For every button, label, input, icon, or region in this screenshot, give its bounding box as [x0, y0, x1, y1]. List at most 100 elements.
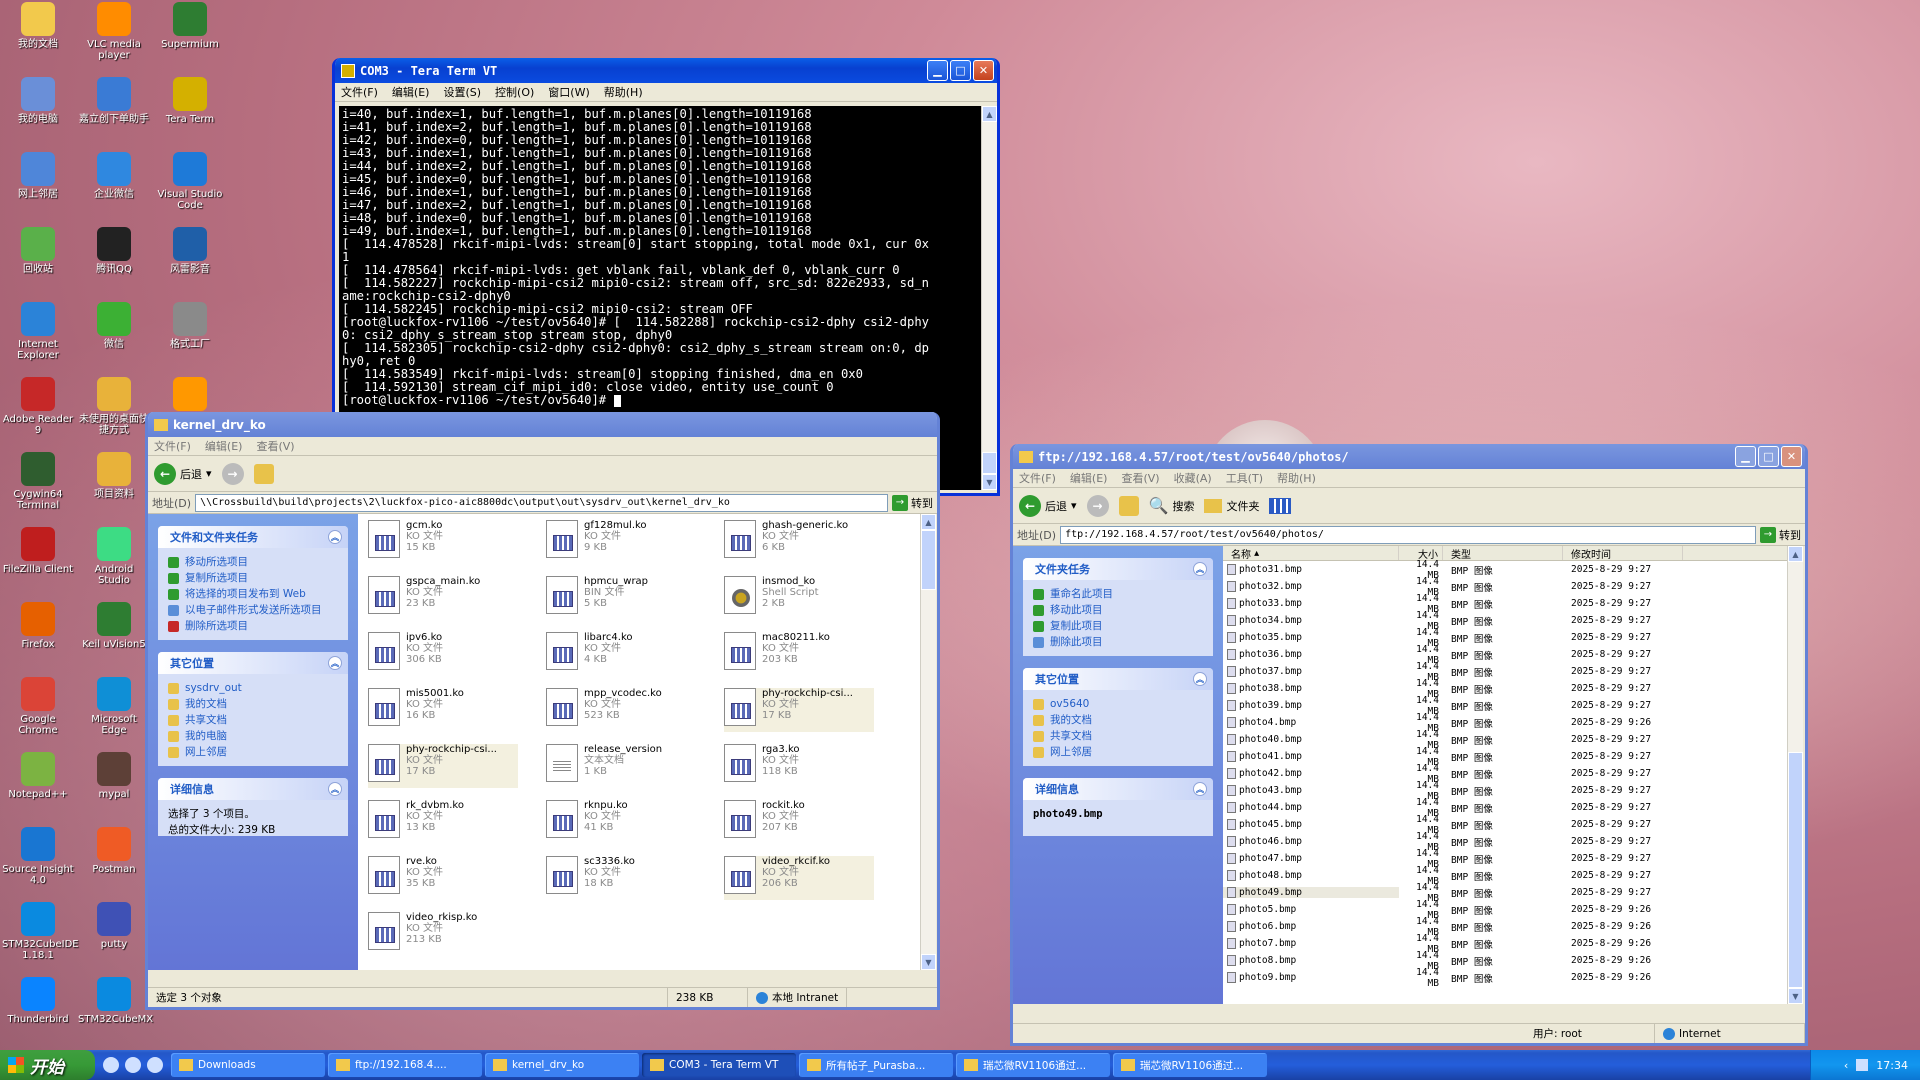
go-button[interactable]: → 转到	[1760, 526, 1801, 543]
file-tile[interactable]: rk_dvbm.ko KO 文件 13 KB	[368, 800, 518, 844]
desktop-icon[interactable]: Cygwin64 Terminal	[2, 452, 74, 511]
file-row[interactable]: photo37.bmp 14.4 MB BMP 图像 2025-8-29 9:27	[1223, 661, 1787, 683]
scroll-down-button[interactable]: ▼	[1788, 988, 1803, 1004]
desktop-icon[interactable]: putty	[78, 902, 150, 950]
task-link[interactable]: 复制所选项目	[168, 570, 338, 586]
file-row[interactable]: photo45.bmp 14.4 MB BMP 图像 2025-8-29 9:27	[1223, 814, 1787, 836]
file-tile[interactable]: rve.ko KO 文件 35 KB	[368, 856, 518, 900]
desktop-icon[interactable]: 企业微信	[78, 152, 150, 200]
desktop-icon[interactable]: 网上邻居	[2, 152, 74, 200]
clock[interactable]: 17:34	[1876, 1059, 1908, 1072]
desktop-icon[interactable]: 回收站	[2, 227, 74, 275]
terminal-scrollbar[interactable]: ▲ ▼	[981, 106, 997, 490]
ftp-scrollbar[interactable]: ▲ ▼	[1787, 546, 1803, 1004]
scroll-down-button[interactable]: ▼	[921, 954, 936, 970]
taskbar-button[interactable]: Downloads	[171, 1053, 325, 1077]
menu-item[interactable]: 文件(F)	[154, 438, 191, 454]
desktop-icon[interactable]: 项目资料	[78, 452, 150, 500]
file-tile[interactable]: ghash-generic.ko KO 文件 6 KB	[724, 520, 874, 564]
menu-item[interactable]: 文件(F)	[1019, 470, 1056, 486]
file-row[interactable]: photo5.bmp 14.4 MB BMP 图像 2025-8-29 9:26	[1223, 899, 1787, 921]
tray-arrow-icon[interactable]: ‹	[1844, 1059, 1848, 1072]
ftp-titlebar[interactable]: ftp://192.168.4.57/root/test/ov5640/phot…	[1013, 444, 1805, 469]
forward-button[interactable]: →	[1086, 494, 1109, 517]
desktop-icon[interactable]: 嘉立创下单助手	[78, 77, 150, 125]
task-link[interactable]: 删除此项目	[1033, 634, 1203, 650]
menu-item[interactable]: 收藏(A)	[1174, 470, 1212, 486]
file-tile[interactable]: rknpu.ko KO 文件 41 KB	[546, 800, 696, 844]
collapse-icon[interactable]: ︽	[328, 656, 342, 670]
taskbar-button[interactable]: 瑞芯微RV1106通过...	[956, 1053, 1110, 1077]
file-row[interactable]: photo4.bmp 14.4 MB BMP 图像 2025-8-29 9:26	[1223, 712, 1787, 734]
menu-item[interactable]: 编辑(E)	[205, 438, 243, 454]
task-link[interactable]: 复制此项目	[1033, 618, 1203, 634]
close-button[interactable]: ✕	[973, 60, 994, 81]
details-header[interactable]: 详细信息 ︽	[1023, 778, 1213, 800]
address-input[interactable]: \\Crossbuild\build\projects\2\luckfox-pi…	[195, 493, 888, 512]
taskbar-button[interactable]: ftp://192.168.4....	[328, 1053, 482, 1077]
back-button[interactable]: ← 后退 ▾	[154, 462, 212, 485]
file-row[interactable]: photo42.bmp 14.4 MB BMP 图像 2025-8-29 9:27	[1223, 763, 1787, 785]
desktop-icon[interactable]: Keil uVision5	[78, 602, 150, 650]
desktop-icon[interactable]: Tera Term	[154, 77, 226, 125]
desktop-icon[interactable]: 腾讯QQ	[78, 227, 150, 275]
file-tile[interactable]: video_rkcif.ko KO 文件 206 KB	[724, 856, 874, 900]
teraterm-titlebar[interactable]: COM3 - Tera Term VT ▁ □ ✕	[335, 58, 997, 83]
file-row[interactable]: photo34.bmp 14.4 MB BMP 图像 2025-8-29 9:27	[1223, 610, 1787, 632]
desktop-icon[interactable]: Google Chrome	[2, 677, 74, 736]
file-row[interactable]: photo40.bmp 14.4 MB BMP 图像 2025-8-29 9:27	[1223, 729, 1787, 751]
desktop-icon[interactable]: 微信	[78, 302, 150, 350]
menu-item[interactable]: 帮助(H)	[604, 84, 643, 100]
collapse-icon[interactable]: ︽	[1193, 782, 1207, 796]
file-row[interactable]: photo6.bmp 14.4 MB BMP 图像 2025-8-29 9:26	[1223, 916, 1787, 938]
file-row[interactable]: photo49.bmp 14.4 MB BMP 图像 2025-8-29 9:27	[1223, 882, 1787, 904]
col-modified[interactable]: 修改时间	[1563, 546, 1683, 561]
desktop-icon[interactable]: Firefox	[2, 602, 74, 650]
file-row[interactable]: photo44.bmp 14.4 MB BMP 图像 2025-8-29 9:27	[1223, 797, 1787, 819]
file-tile[interactable]: phy-rockchip-csi... KO 文件 17 KB	[368, 744, 518, 788]
place-link[interactable]: sysdrv_out	[168, 680, 338, 696]
desktop-icon[interactable]: Adobe Reader 9	[2, 377, 74, 436]
file-row[interactable]: photo7.bmp 14.4 MB BMP 图像 2025-8-29 9:26	[1223, 933, 1787, 955]
desktop-icon[interactable]: STM32CubeIDE 1.18.1	[2, 902, 79, 961]
file-row[interactable]: photo35.bmp 14.4 MB BMP 图像 2025-8-29 9:27	[1223, 627, 1787, 649]
file-row[interactable]: photo41.bmp 14.4 MB BMP 图像 2025-8-29 9:27	[1223, 746, 1787, 768]
back-button[interactable]: ← 后退 ▾	[1019, 494, 1077, 517]
desktop-icon[interactable]: 我的文档	[2, 2, 74, 50]
file-row[interactable]: photo31.bmp 14.4 MB BMP 图像 2025-8-29 9:27	[1223, 559, 1787, 581]
file-tile[interactable]: sc3336.ko KO 文件 18 KB	[546, 856, 696, 900]
menu-item[interactable]: 查看(V)	[256, 438, 294, 454]
place-link[interactable]: 网上邻居	[1033, 744, 1203, 760]
file-tile[interactable]: mac80211.ko KO 文件 203 KB	[724, 632, 874, 676]
collapse-icon[interactable]: ︽	[1193, 562, 1207, 576]
col-type[interactable]: 类型	[1443, 546, 1563, 561]
desktop-icon[interactable]: mypal	[78, 752, 150, 800]
file-tile[interactable]: gspca_main.ko KO 文件 23 KB	[368, 576, 518, 620]
task-link[interactable]: 移动所选项目	[168, 554, 338, 570]
task-link[interactable]: 以电子邮件形式发送所选项目	[168, 602, 338, 618]
file-tile[interactable]: insmod_ko Shell Script 2 KB	[724, 576, 874, 620]
ie-quicklaunch-icon[interactable]	[125, 1057, 141, 1073]
desktop-icon[interactable]: Android Studio	[78, 527, 150, 586]
task-link[interactable]: 删除所选项目	[168, 618, 338, 634]
taskbar-button[interactable]: 瑞芯微RV1106通过...	[1113, 1053, 1267, 1077]
menu-item[interactable]: 设置(S)	[443, 84, 481, 100]
scroll-up-button[interactable]: ▲	[1788, 546, 1803, 562]
up-folder-icon[interactable]	[1118, 495, 1139, 516]
maximize-button[interactable]: □	[1758, 446, 1779, 467]
task-link[interactable]: 重命名此项目	[1033, 586, 1203, 602]
file-tile[interactable]: video_rkisp.ko KO 文件 213 KB	[368, 912, 518, 956]
scroll-thumb[interactable]	[982, 452, 997, 474]
desktop-icon[interactable]: Supermium	[154, 2, 226, 50]
col-name[interactable]: 名称 ▴	[1223, 546, 1399, 561]
file-tile[interactable]: ipv6.ko KO 文件 306 KB	[368, 632, 518, 676]
network-icon[interactable]	[1856, 1059, 1869, 1071]
folder-tasks-header[interactable]: 文件夹任务 ︽	[1023, 558, 1213, 580]
place-link[interactable]: 共享文档	[1033, 728, 1203, 744]
taskbar-button[interactable]: 所有帖子_Purasba...	[799, 1053, 953, 1077]
kernel-scrollbar[interactable]: ▲ ▼	[920, 514, 936, 970]
desktop-icon[interactable]: 未使用的桌面快捷方式	[78, 377, 150, 436]
file-tile[interactable]: phy-rockchip-csi... KO 文件 17 KB	[724, 688, 874, 732]
close-button[interactable]: ✕	[1781, 446, 1802, 467]
media-quicklaunch-icon[interactable]	[147, 1057, 163, 1073]
